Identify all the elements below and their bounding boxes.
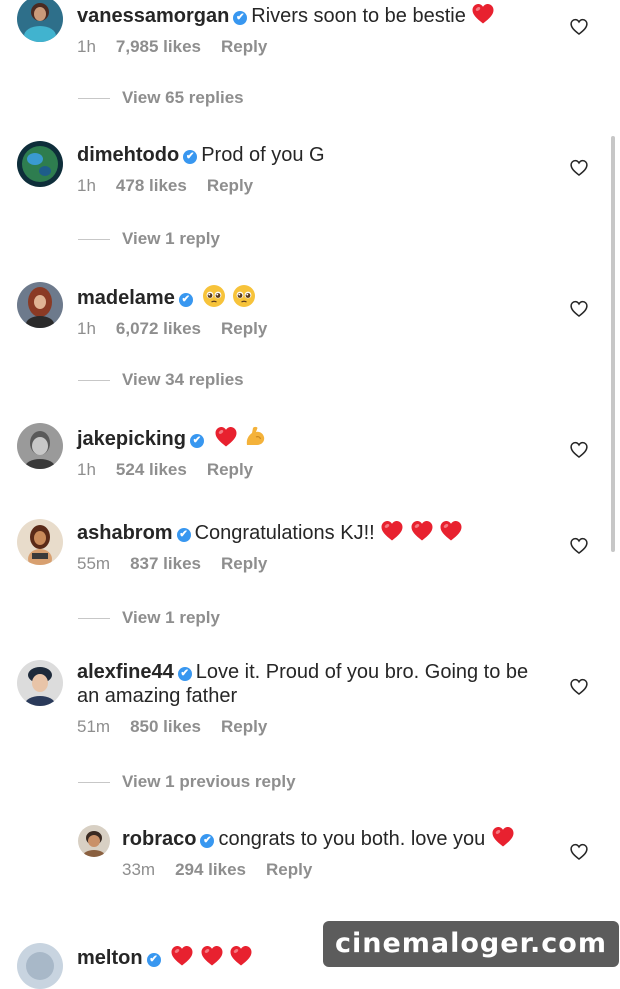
comment-text: Congratulations KJ!! [194,522,375,544]
verified-badge-icon: ✔ [233,11,248,25]
comment-time: 51m [77,717,111,736]
avatar[interactable] [78,825,110,857]
pleading-face-emoji-icon [232,284,256,308]
divider-line [78,98,110,100]
verified-badge-icon: ✔ [189,434,204,448]
view-replies-link[interactable]: View 1 reply [78,229,220,249]
comment-time: 1h [77,319,96,338]
like-count[interactable]: 850 likes [130,717,201,736]
avatar[interactable] [17,660,63,706]
comment-text: Rivers soon to be bestie [251,5,466,27]
comment-time: 33m [122,860,156,879]
verified-badge-icon: ✔ [200,834,215,848]
red-heart-emoji-icon [214,425,238,449]
like-count[interactable]: 7,985 likes [116,37,201,56]
like-count[interactable]: 6,072 likes [116,319,201,338]
reply-button[interactable]: Reply [221,37,267,56]
divider-line [78,380,110,382]
view-replies-label: View 1 reply [122,608,220,627]
verified-badge-icon: ✔ [178,293,193,307]
verified-badge-icon: ✔ [183,150,198,164]
avatar[interactable] [17,519,63,565]
like-heart-icon[interactable] [569,158,589,178]
username[interactable]: alexfine44 [77,661,174,683]
view-replies-link[interactable]: View 65 replies [78,88,244,108]
username[interactable]: melton [77,947,143,969]
username[interactable]: dimehtodo [77,144,179,166]
verified-badge-icon: ✔ [177,667,192,681]
like-count[interactable]: 478 likes [116,176,187,195]
comment-time: 1h [77,37,96,56]
watermark-label: cinemaloger.com [323,921,619,967]
reply-button[interactable]: Reply [207,460,253,479]
view-replies-label: View 34 replies [122,370,244,389]
divider-line [78,239,110,241]
red-heart-emoji-icon [229,944,253,968]
red-heart-emoji-icon [200,944,224,968]
view-replies-link[interactable]: View 34 replies [78,370,244,390]
avatar[interactable] [17,943,63,989]
red-heart-emoji-icon [410,519,434,543]
pleading-face-emoji-icon [202,284,226,308]
like-heart-icon[interactable] [569,842,589,862]
comment-text: congrats to you both. love you [218,828,486,850]
like-heart-icon[interactable] [569,299,589,319]
view-replies-label: View 65 replies [122,88,244,107]
username[interactable]: jakepicking [77,428,186,450]
view-replies-label: View 1 reply [122,229,220,248]
reply-button[interactable]: Reply [221,554,267,573]
username[interactable]: vanessamorgan [77,5,229,27]
like-heart-icon[interactable] [569,17,589,37]
like-count[interactable]: 837 likes [130,554,201,573]
like-heart-icon[interactable] [569,440,589,460]
avatar[interactable] [17,141,63,187]
reply-button[interactable]: Reply [207,176,253,195]
view-replies-label: View 1 previous reply [122,772,296,791]
verified-badge-icon: ✔ [176,528,191,542]
red-heart-emoji-icon [491,825,515,849]
red-heart-emoji-icon [380,519,404,543]
like-heart-icon[interactable] [569,677,589,697]
avatar[interactable] [17,423,63,469]
red-heart-emoji-icon [170,944,194,968]
like-count[interactable]: 524 likes [116,460,187,479]
comment-text: Prod of you G [201,144,325,166]
scrollbar[interactable] [611,136,615,552]
avatar[interactable] [17,282,63,328]
red-heart-emoji-icon [439,519,463,543]
reply-button[interactable]: Reply [266,860,312,879]
username[interactable]: ashabrom [77,522,173,544]
username[interactable]: robraco [122,828,196,850]
view-replies-link[interactable]: View 1 previous reply [78,772,296,792]
red-heart-emoji-icon [471,2,495,26]
avatar[interactable] [17,0,63,42]
reply-button[interactable]: Reply [221,319,267,338]
flexed-biceps-emoji-icon [243,425,267,449]
divider-line [78,618,110,620]
divider-line [78,782,110,784]
view-replies-link[interactable]: View 1 reply [78,608,220,628]
comment-time: 1h [77,460,96,479]
verified-badge-icon: ✔ [146,953,161,967]
like-count[interactable]: 294 likes [175,860,246,879]
like-heart-icon[interactable] [569,536,589,556]
reply-button[interactable]: Reply [221,717,267,736]
comment-time: 1h [77,176,96,195]
username[interactable]: madelame [77,287,175,309]
comment-time: 55m [77,554,111,573]
